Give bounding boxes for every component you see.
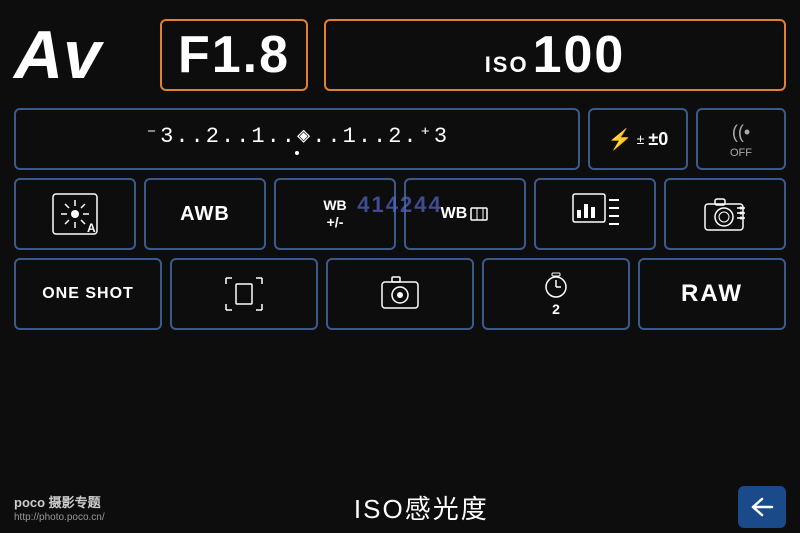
flash-icon: ⚡ xyxy=(608,127,633,152)
liveview-icon xyxy=(378,274,422,314)
poco-logo: poco 摄影专题 http://photo.poco.cn/ xyxy=(14,492,105,523)
wifi-off-label: OFF xyxy=(730,147,752,159)
metering-box[interactable]: A xyxy=(14,178,136,250)
picture-style-icon xyxy=(569,190,621,238)
wb-bracket-icon xyxy=(469,204,489,224)
awb-label: AWB xyxy=(180,203,230,226)
iso-box[interactable]: ISO 100 xyxy=(324,19,786,91)
raw-label: RAW xyxy=(681,280,743,308)
auto-lighting-icon xyxy=(699,190,751,238)
wifi-box[interactable]: ((• OFF xyxy=(696,108,786,170)
aperture-box[interactable]: F1.8 xyxy=(160,19,308,91)
aperture-value: F1.8 xyxy=(178,26,290,84)
back-icon xyxy=(748,495,776,519)
flash-plus-minus: ± xyxy=(637,131,645,147)
bottom-bar: poco 摄影专题 http://photo.poco.cn/ ISO感光度 xyxy=(0,481,800,533)
row-mode-aperture-iso: Av F1.8 ISO 100 xyxy=(14,10,786,100)
liveview-box[interactable] xyxy=(326,258,474,330)
exposure-marker xyxy=(28,151,566,155)
exposure-scale: ⁻3..2..1..◈..1..2.⁺3 xyxy=(145,123,449,149)
timer-icon xyxy=(541,271,571,299)
timer-label: 2 xyxy=(552,301,560,317)
timer-box[interactable]: 2 xyxy=(482,258,630,330)
iso-label-super: ISO xyxy=(485,54,529,76)
auto-lighting-box[interactable] xyxy=(664,178,786,250)
wifi-icon: ((• xyxy=(723,119,759,147)
row-drive-mode: ONE SHOT xyxy=(14,258,786,330)
poco-line1: poco 摄影专题 xyxy=(14,492,105,511)
picture-style-box[interactable] xyxy=(534,178,656,250)
wifi-content: ((• OFF xyxy=(723,119,759,159)
exposure-dot xyxy=(295,151,299,155)
wb-text: WB xyxy=(441,205,468,223)
af-point-box[interactable] xyxy=(170,258,318,330)
row-exposure-flash-wifi: ⁻3..2..1..◈..1..2.⁺3 ⚡ ± ±0 ((• OFF xyxy=(14,108,786,170)
af-point-icon xyxy=(222,274,266,314)
flash-value: ±0 xyxy=(648,129,668,150)
metering-icon: A xyxy=(49,190,101,238)
exposure-compensation-box[interactable]: ⁻3..2..1..◈..1..2.⁺3 xyxy=(14,108,580,170)
mode-label: Av xyxy=(14,21,134,89)
wb-bracket-content: WB xyxy=(441,204,490,224)
oneshot-label: ONE SHOT xyxy=(42,285,134,303)
poco-line2: http://photo.poco.cn/ xyxy=(14,512,105,523)
svg-text:A: A xyxy=(87,221,96,235)
awb-box[interactable]: AWB xyxy=(144,178,266,250)
iso-value: 100 xyxy=(533,25,626,85)
svg-text:((•: ((• xyxy=(732,122,750,142)
camera-screen: Av F1.8 ISO 100 ⁻3..2..1..◈..1..2.⁺3 ⚡ ±… xyxy=(0,0,800,533)
watermark: 414244 xyxy=(357,192,442,218)
af-mode-box[interactable]: ONE SHOT xyxy=(14,258,162,330)
flash-compensation-box[interactable]: ⚡ ± ±0 xyxy=(588,108,688,170)
back-button[interactable] xyxy=(738,486,786,528)
wb-plus-label: WB+/- xyxy=(323,197,346,231)
raw-box[interactable]: RAW xyxy=(638,258,786,330)
iso-sensitivity-label: ISO感光度 xyxy=(354,489,489,526)
